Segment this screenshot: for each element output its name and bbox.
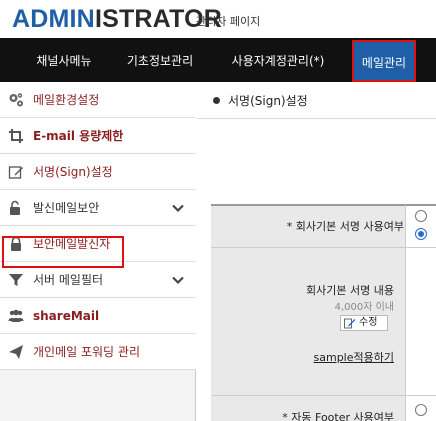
main-content: 서명(Sign)설정 * 회사기본 서명 사용여부 회사기본 서명 내용 4,0…	[197, 82, 436, 421]
sidebar-item-label: 서명(Sign)설정	[33, 165, 113, 179]
filter-icon	[9, 274, 23, 286]
lock-icon	[11, 236, 21, 251]
sidebar-item-outgoing-security[interactable]: 발신메일보안	[0, 190, 196, 226]
page-subtitle: 관리자 페이지	[196, 15, 261, 28]
sidebar-item-label: 메일환경설정	[33, 93, 100, 107]
send-icon	[9, 345, 23, 359]
sidebar-item-mail-settings[interactable]: 메일환경설정	[0, 82, 196, 118]
edit-icon	[344, 318, 356, 329]
sidebar-item-label: shareMail	[33, 309, 100, 323]
radio-use-no[interactable]	[415, 228, 427, 240]
sidebar-item-label: 발신메일보안	[33, 201, 100, 215]
char-limit-hint: 4,000자 이내	[334, 302, 394, 313]
sidebar: 메일환경설정 E-mail 용량제한 서명(Sign)설정 발신메일보안 보안메…	[0, 82, 196, 421]
bullet-icon	[213, 97, 220, 104]
tab-channel-menu[interactable]: 채널사메뉴	[30, 40, 98, 82]
sidebar-item-secure-senders[interactable]: 보안메일발신자	[0, 226, 196, 262]
radio-use-yes[interactable]	[415, 210, 427, 222]
default-signature-content-label: 회사기본 서명 내용	[306, 284, 394, 297]
sidebar-item-email-quota[interactable]: E-mail 용량제한	[0, 118, 196, 154]
top-nav: 채널사메뉴 기초정보관리 사용자계정관리(*) 메일관리	[0, 38, 436, 82]
row-divider	[211, 247, 436, 248]
tab-user-accounts[interactable]: 사용자계정관리(*)	[226, 40, 330, 82]
users-icon	[8, 309, 24, 322]
divider	[197, 118, 436, 119]
crop-icon	[9, 129, 23, 143]
sidebar-item-signature[interactable]: 서명(Sign)설정	[0, 154, 196, 190]
sidebar-item-label: 서버 메일필터	[33, 273, 104, 287]
auto-footer-use-label: * 자동 Footer 사용여부	[282, 411, 394, 421]
edit-button[interactable]: 수정	[340, 315, 388, 331]
tab-mail-management[interactable]: 메일관리	[352, 40, 416, 82]
default-signature-use-label: * 회사기본 서명 사용여부	[286, 220, 404, 233]
logo: ADMINISTRATOR	[12, 5, 223, 33]
app-header: ADMINISTRATOR 관리자 페이지	[0, 0, 436, 38]
sidebar-item-label: 개인메일 포워딩 관리	[33, 345, 140, 359]
tab-basic-info[interactable]: 기초정보관리	[120, 40, 200, 82]
section-title: 서명(Sign)설정	[213, 92, 308, 109]
unlock-icon	[10, 200, 20, 215]
edit-icon	[8, 166, 23, 179]
sidebar-item-sharemail[interactable]: shareMail	[0, 298, 196, 334]
sidebar-item-label: 보안메일발신자	[33, 237, 111, 251]
gears-icon	[9, 93, 23, 107]
chevron-down-icon[interactable]	[172, 274, 184, 286]
sidebar-item-forwarding[interactable]: 개인메일 포워딩 관리	[0, 334, 196, 370]
sidebar-item-server-filter[interactable]: 서버 메일필터	[0, 262, 196, 298]
sidebar-item-label: E-mail 용량제한	[33, 129, 124, 143]
chevron-down-icon[interactable]	[172, 202, 184, 214]
apply-sample-link[interactable]: sample적용하기	[314, 349, 394, 365]
radio-footer-yes[interactable]	[415, 404, 427, 416]
row-divider	[211, 395, 436, 396]
